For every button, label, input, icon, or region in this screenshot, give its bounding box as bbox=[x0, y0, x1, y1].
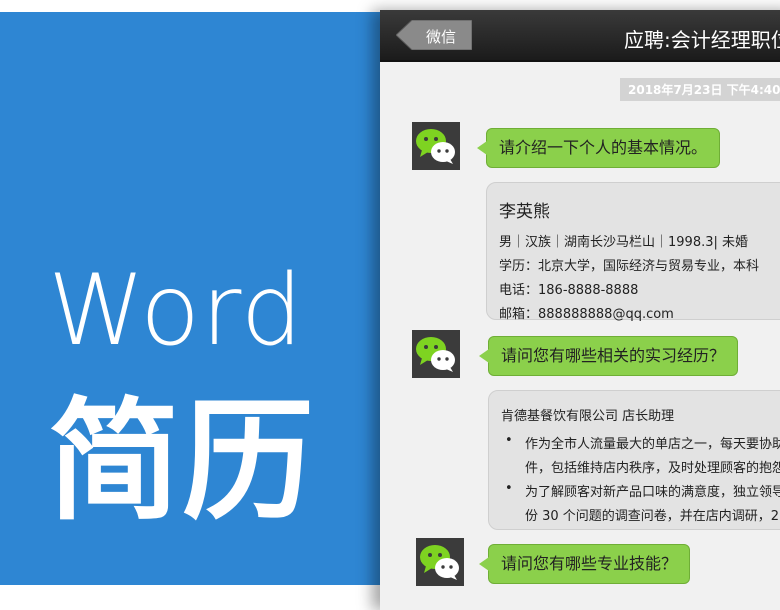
bullet-dot: • bbox=[505, 433, 513, 448]
candidate-name: 李英熊 bbox=[499, 202, 550, 222]
profile-card: 李英熊 男｜汉族｜湖南长沙马栏山｜1998.3| 未婚 学历：北京大学，国际经济… bbox=[486, 182, 780, 322]
experience-line: 为了解顾客对新产品口味的满意度，独立领导 bbox=[525, 485, 780, 500]
avatar[interactable] bbox=[412, 122, 460, 170]
profile-email: 邮箱：888888888@qq.com bbox=[499, 307, 674, 322]
wechat-logo-icon bbox=[416, 129, 455, 164]
profile-education: 学历：北京大学，国际经济与贸易专业，本科 bbox=[499, 259, 760, 274]
back-button-label: 微信 bbox=[426, 28, 457, 46]
experience-company: 肯德基餐饮有限公司 店长助理 bbox=[501, 409, 675, 424]
resume-title: 简历 bbox=[48, 385, 316, 539]
wechat-logo-icon bbox=[416, 337, 455, 372]
top-white-strip bbox=[0, 0, 400, 12]
chat-window: 微信 应聘:会计经理职位 2018年7月23日 下午4:40 请介绍一下个人的基… bbox=[380, 10, 780, 610]
message-timestamp: 2018年7月23日 下午4:40 bbox=[620, 78, 780, 101]
experience-line: 份 30 个问题的调查问卷，并在店内调研，2 天 bbox=[525, 509, 780, 524]
question-bubble: 请问您有哪些相关的实习经历？ bbox=[478, 336, 739, 376]
avatar[interactable] bbox=[412, 330, 460, 378]
profile-basic: 男｜汉族｜湖南长沙马栏山｜1998.3| 未婚 bbox=[499, 235, 748, 250]
chat-title: 应聘:会计经理职位 bbox=[624, 28, 780, 52]
chat-header: 微信 应聘:会计经理职位 bbox=[380, 10, 780, 62]
question-bubble: 请问您有哪些专业技能？ bbox=[478, 544, 691, 584]
experience-card: 肯德基餐饮有限公司 店长助理 • 作为全市人流量最大的单店之一，每天要协助 件，… bbox=[488, 390, 780, 530]
experience-line: 件，包括维持店内秩序，及时处理顾客的抱怨 bbox=[525, 461, 780, 476]
back-button[interactable]: 微信 bbox=[396, 20, 472, 50]
wechat-logo-icon bbox=[420, 545, 459, 580]
avatar[interactable] bbox=[416, 538, 464, 586]
question-bubble: 请介绍一下个人的基本情况。 bbox=[476, 128, 721, 168]
profile-phone: 电话：186-8888-8888 bbox=[499, 283, 639, 298]
experience-line: 作为全市人流量最大的单店之一，每天要协助 bbox=[525, 437, 780, 452]
word-title: Word bbox=[48, 254, 304, 368]
bullet-dot: • bbox=[505, 481, 513, 496]
